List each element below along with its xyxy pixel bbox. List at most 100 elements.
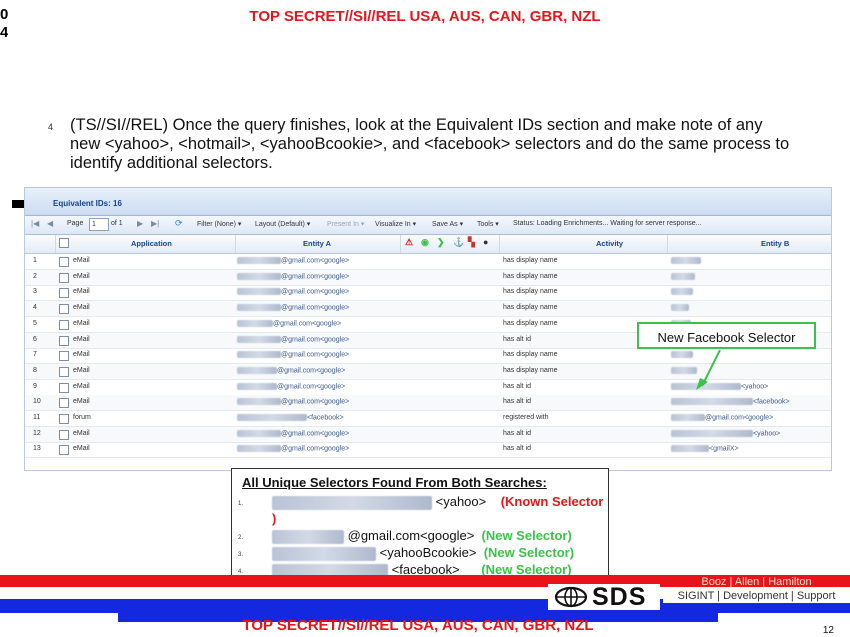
row-checkbox[interactable]	[59, 272, 69, 283]
row-activity: has alt id	[503, 445, 532, 453]
row-checkbox[interactable]	[59, 414, 69, 424]
header-entity-a[interactable]: Entity A	[303, 239, 331, 248]
row-entity-a[interactable]: @gmail.com<google>	[237, 272, 349, 280]
redacted-text	[671, 429, 753, 437]
summary-value-3: <yahooBcookie>	[379, 545, 477, 560]
row-entity-a[interactable]: @gmail.com<google>	[237, 257, 349, 264]
redacted-text	[237, 304, 281, 312]
redacted-text	[671, 304, 689, 312]
row-application: eMail	[73, 398, 90, 406]
row-number: 11	[33, 414, 41, 421]
last-page-icon[interactable]: ▶|	[151, 219, 159, 228]
save-as-menu[interactable]: Save As ▾	[432, 220, 463, 228]
row-entity-a[interactable]: @gmail.com<google>	[237, 366, 346, 375]
visualize-in-menu[interactable]: Visualize In ▾	[375, 220, 416, 228]
row-entity-b[interactable]: <yahoo>	[671, 429, 781, 438]
person-icon[interactable]: ▚	[468, 237, 475, 248]
next-page-icon[interactable]: ▶	[137, 219, 143, 228]
row-checkbox[interactable]	[59, 445, 69, 456]
row-application: eMail	[73, 382, 90, 390]
row-entity-b-value: @gmail.com<google>	[705, 414, 774, 422]
row-entity-b[interactable]	[671, 257, 701, 264]
table-row[interactable]: 3 eMail @gmail.com<google> has display name	[25, 285, 831, 302]
row-entity-a-value: @gmail.com<google>	[277, 367, 346, 375]
redacted-text	[237, 382, 277, 390]
redacted-text	[237, 351, 281, 359]
row-activity: has display name	[503, 366, 558, 374]
row-entity-a-value: <facebook>	[307, 414, 344, 422]
row-entity-b[interactable]: <facebook>	[671, 398, 790, 406]
row-checkbox[interactable]	[59, 319, 69, 330]
row-entity-a[interactable]: <facebook>	[237, 414, 344, 421]
row-checkbox[interactable]	[59, 257, 69, 267]
corner-glyph-2: 4	[0, 24, 8, 41]
redacted-text	[237, 257, 281, 264]
redacted-text	[272, 529, 344, 544]
row-activity: has alt id	[503, 429, 532, 437]
first-page-icon[interactable]: |◀	[31, 219, 39, 228]
row-entity-a[interactable]: @gmail.com<google>	[237, 319, 341, 327]
row-entity-b-value: <gmailX>	[709, 445, 739, 453]
row-entity-a[interactable]: @gmail.com<google>	[237, 351, 349, 359]
prev-page-icon[interactable]: ◀	[47, 219, 53, 228]
warning-icon[interactable]: ⚠	[405, 237, 413, 248]
row-application: eMail	[73, 445, 90, 453]
redacted-text	[237, 335, 281, 343]
present-in-menu[interactable]: Present In ▾	[327, 220, 364, 228]
table-row[interactable]: 1 eMail @gmail.com<google> has display name	[25, 254, 831, 270]
row-checkbox[interactable]	[59, 335, 69, 346]
callout-pointer-arrow	[696, 349, 721, 390]
row-entity-a[interactable]: @gmail.com<google>	[237, 304, 349, 311]
page-input[interactable]: 1	[89, 218, 109, 231]
row-entity-b[interactable]	[671, 288, 693, 296]
header-application[interactable]: Application	[131, 239, 172, 248]
row-checkbox[interactable]	[59, 429, 69, 440]
anchor-icon[interactable]: ⚓	[453, 237, 464, 248]
row-entity-b[interactable]	[671, 272, 695, 280]
row-application: eMail	[73, 366, 90, 374]
row-activity: has alt id	[503, 335, 532, 343]
row-entity-a[interactable]: @gmail.com<google>	[237, 445, 349, 453]
table-row[interactable]: 11 forum <facebook> registered with @gmail.c…	[25, 411, 831, 427]
row-number: 5	[33, 319, 37, 327]
tools-menu[interactable]: Tools ▾	[477, 220, 499, 228]
row-checkbox[interactable]	[59, 366, 69, 377]
table-row[interactable]: 13 eMail @gmail.com<google> has alt id <gmai…	[25, 442, 831, 459]
row-entity-b-value: <yahoo>	[753, 430, 781, 438]
row-entity-a[interactable]: @gmail.com<google>	[237, 429, 349, 437]
row-activity: has alt id	[503, 398, 532, 406]
filter-menu[interactable]: Filter (None) ▾	[197, 220, 241, 228]
header-activity[interactable]: Activity	[596, 239, 623, 248]
row-checkbox[interactable]	[59, 382, 69, 393]
row-entity-b[interactable]	[671, 304, 689, 312]
table-row[interactable]: 10 eMail @gmail.com<google> has alt id <face…	[25, 395, 831, 412]
row-entity-a[interactable]: @gmail.com<google>	[237, 335, 350, 343]
row-checkbox[interactable]	[59, 398, 69, 409]
row-checkbox[interactable]	[59, 304, 69, 315]
row-entity-a-value: @gmail.com<google>	[281, 257, 350, 265]
redacted-text	[671, 272, 695, 280]
row-entity-a[interactable]: @gmail.com<google>	[237, 382, 345, 390]
redacted-text	[671, 445, 709, 453]
row-entity-b[interactable]: <gmailX>	[671, 445, 739, 453]
table-row[interactable]: 12 eMail @gmail.com<google> has alt id <yaho…	[25, 426, 831, 443]
refresh-icon[interactable]: ⟳	[175, 218, 183, 229]
summary-number-3: 3.	[238, 552, 244, 558]
table-row[interactable]: 2 eMail @gmail.com<google> has display name	[25, 269, 831, 286]
row-entity-b[interactable]: @gmail.com<google>	[671, 414, 773, 421]
redacted-text	[237, 398, 281, 406]
row-entity-a[interactable]: @gmail.com<google>	[237, 288, 349, 296]
row-checkbox[interactable]	[59, 288, 69, 299]
select-all-checkbox[interactable]	[59, 238, 69, 248]
header-entity-b[interactable]: Entity B	[761, 239, 789, 248]
table-row[interactable]: 4 eMail @gmail.com<google> has display name	[25, 301, 831, 318]
grid-title: Equivalent IDs: 16	[53, 199, 122, 208]
row-entity-a-value: @gmail.com<google>	[281, 335, 350, 343]
page-of-label: of 1	[111, 220, 123, 227]
row-checkbox[interactable]	[59, 351, 69, 362]
target-icon[interactable]: ◉	[421, 237, 429, 248]
head-icon[interactable]: ●	[483, 237, 488, 247]
row-entity-a[interactable]: @gmail.com<google>	[237, 398, 349, 406]
layout-menu[interactable]: Layout (Default) ▾	[255, 220, 310, 228]
chevron-right-icon[interactable]: ❯	[437, 237, 445, 248]
